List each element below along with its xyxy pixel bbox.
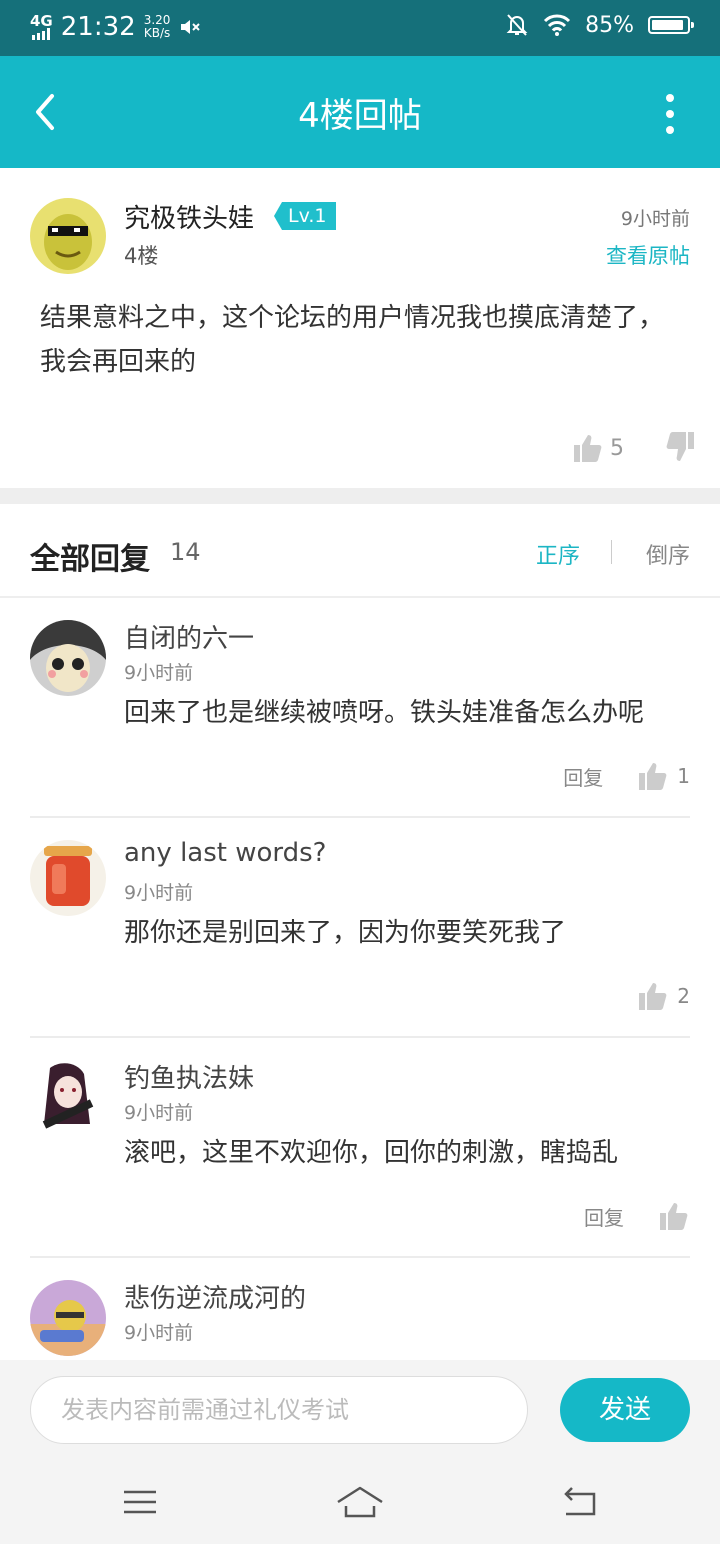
battery-icon [648,16,694,34]
net-speed: 3.20 KB/s [143,13,171,40]
like-count: 1 [677,764,690,788]
alarm-off-icon [506,14,528,36]
level-badge: Lv.1 [274,202,337,230]
reply-actions: 回复 1 [563,760,690,792]
like-count: 5 [610,435,624,461]
replies-count: 14 [170,538,201,566]
reply-composer: 发表内容前需通过礼仪考试 发送 [0,1360,720,1462]
reply-item: 自闭的六一 9小时前 回来了也是继续被喷呀。铁头娃准备怎么办呢 回复 1 [0,598,720,818]
status-bar: 4G 21:32 3.20 KB/s 85% [0,0,720,56]
like-count: 2 [677,984,690,1008]
reply-content: 滚吧，这里不欢迎你，回你的刺激，瞎捣乱 [124,1138,619,1168]
view-original-link[interactable]: 查看原帖 [606,240,690,270]
reply-content: 回来了也是继续被喷呀。铁头娃准备怎么办呢 [124,698,645,728]
signal-icon: 4G [30,14,53,40]
replies-header: 全部回复 14 正序 倒序 [0,504,720,598]
reply-item: 钓鱼执法妹 9小时前 滚吧，这里不欢迎你，回你的刺激，瞎捣乱 回复 [0,1038,720,1258]
avatar[interactable] [30,1060,106,1136]
reply-time: 9小时前 [124,1322,194,1344]
avatar[interactable] [30,1280,106,1356]
section-divider [0,488,720,504]
volume-muted-icon [181,20,201,34]
like-button[interactable]: 5 [572,432,624,464]
reply-author[interactable]: any last words? [124,838,326,868]
reply-actions: 回复 [584,1200,690,1232]
thumbs-down-icon[interactable] [664,430,696,464]
thumbs-up-icon[interactable] [637,760,669,792]
reply-button[interactable]: 回复 [563,762,603,791]
more-options-icon[interactable] [664,94,676,134]
page-title: 4楼回帖 [298,96,422,136]
battery-percent: 85% [585,12,634,38]
reply-time: 9小时前 [124,662,194,684]
avatar[interactable] [30,620,106,696]
floor-number: 4楼 [124,244,159,268]
reply-item: 悲伤逆流成河的 9小时前 [0,1258,720,1360]
menu-icon[interactable] [122,1484,158,1520]
author-name[interactable]: 究极铁头娃 [124,198,254,235]
sort-separator [611,540,612,564]
reply-input[interactable]: 发表内容前需通过礼仪考试 [30,1376,528,1444]
sort-asc-button[interactable]: 正序 [536,538,580,570]
thumbs-up-icon[interactable] [658,1200,690,1232]
post-time: 9小时前 [620,208,690,230]
reply-time: 9小时前 [124,1102,194,1124]
reply-content: 那你还是别回来了，因为你要笑死我了 [124,918,567,948]
system-nav-bar [0,1462,720,1544]
replies-label: 全部回复 [30,542,150,577]
reply-author[interactable]: 悲伤逆流成河的 [124,1278,306,1315]
clock: 21:32 [60,12,136,42]
back-icon[interactable] [560,1484,600,1520]
home-icon[interactable] [336,1484,384,1520]
reply-time: 9小时前 [124,882,194,904]
post-content: 结果意料之中，这个论坛的用户情况我也摸底清楚了，我会再回来的 [40,303,665,377]
network-type: 4G [30,12,53,30]
reply-author[interactable]: 自闭的六一 [124,618,254,655]
wifi-icon [544,14,571,36]
thumbs-up-icon[interactable] [637,980,669,1012]
reply-author[interactable]: 钓鱼执法妹 [124,1058,254,1095]
send-button[interactable]: 发送 [560,1378,690,1442]
thumbs-up-icon [574,435,602,462]
reply-button[interactable]: 回复 [584,1202,624,1231]
avatar[interactable] [30,840,106,916]
floor-post: 究极铁头娃 Lv.1 4楼 9小时前 查看原帖 结果意料之中，这个论坛的用户情况… [0,168,720,488]
avatar[interactable] [30,198,106,274]
app-bar: 4楼回帖 [0,56,720,168]
sort-desc-button[interactable]: 倒序 [646,538,690,570]
reply-actions: 2 [637,980,690,1012]
reply-item: any last words? 9小时前 那你还是别回来了，因为你要笑死我了 2 [0,818,720,1038]
